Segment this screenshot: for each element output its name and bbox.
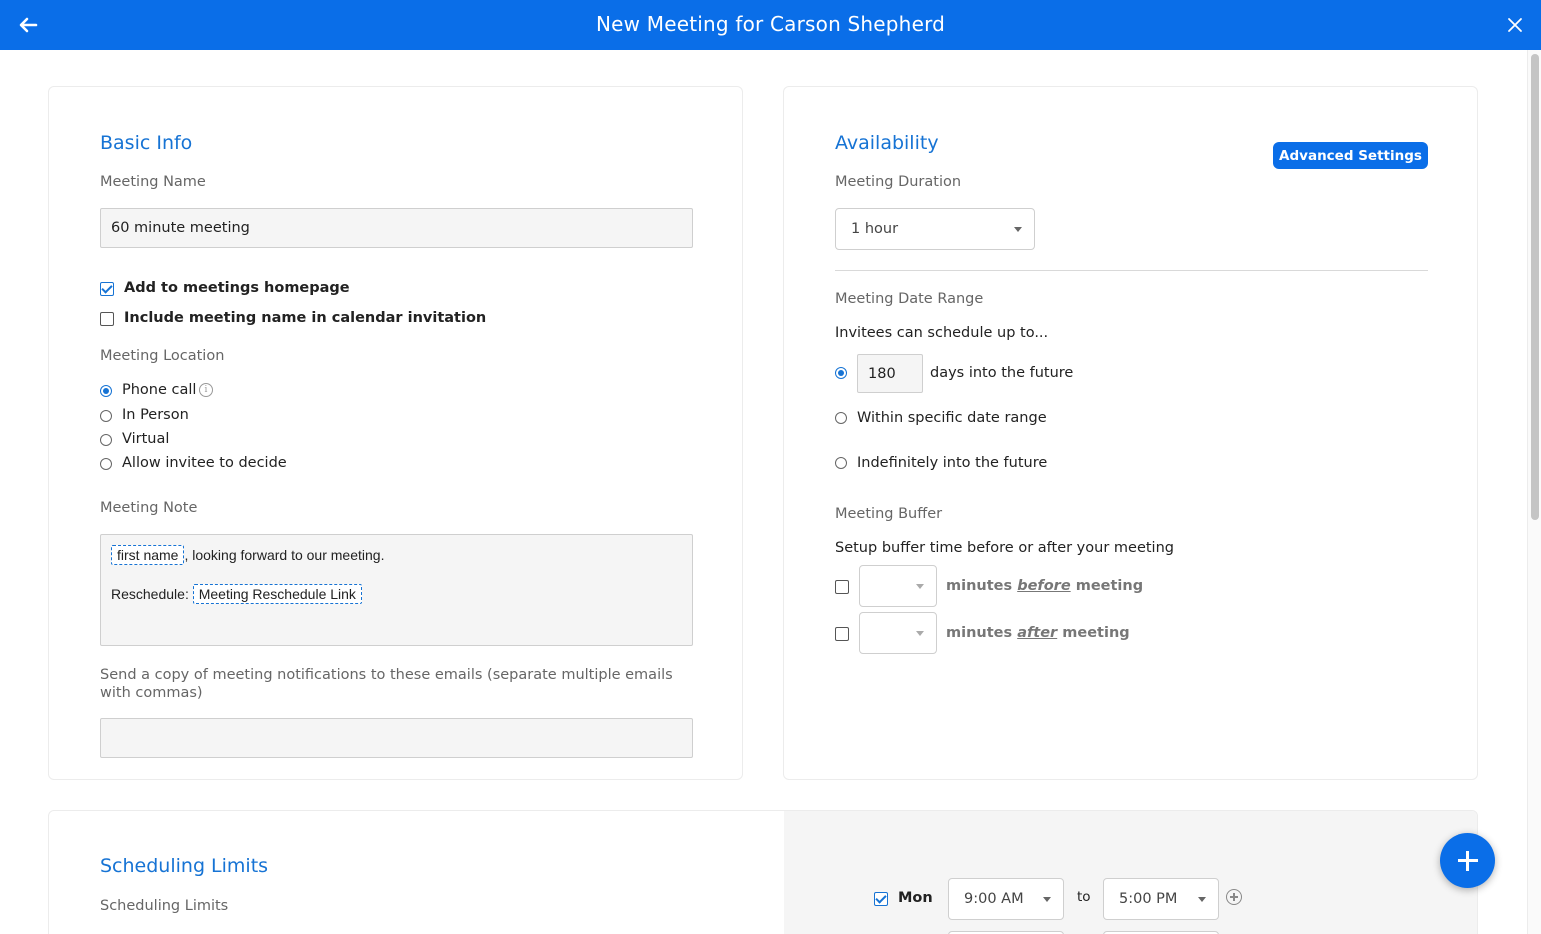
meeting-name-value: 60 minute meeting [111,220,250,236]
meeting-name-label: Meeting Name [100,174,206,190]
date-range-radio-specific[interactable] [835,412,847,424]
days-input[interactable]: 180 [857,354,923,393]
buffer-after-checkbox[interactable] [835,627,849,641]
buffer-after-select[interactable] [859,612,937,654]
location-radio-virtual[interactable] [100,434,112,446]
buffer-after-suffix: meeting [1062,625,1130,641]
scheduling-limits-title: Scheduling Limits [100,855,269,877]
location-radio-phone[interactable] [100,385,112,397]
meeting-duration-value: 1 hour [851,221,899,237]
buffer-after-label: minutes after meeting [946,625,1130,641]
buffer-before-checkbox[interactable] [835,580,849,594]
include-name-label: Include meeting name in calendar invitat… [124,310,487,326]
reschedule-prefix: Reschedule: [111,586,189,602]
add-to-homepage-checkbox[interactable] [100,282,114,296]
meeting-note-label: Meeting Note [100,500,198,516]
page-title: New Meeting for Carson Shepherd [595,12,946,36]
close-icon[interactable] [1507,17,1523,33]
meeting-location-label: Meeting Location [100,348,225,364]
days-value: 180 [868,365,896,382]
info-icon[interactable]: i [199,383,213,397]
start-time-value: 9:00 AM [964,891,1024,907]
chevron-down-icon [1198,897,1206,902]
date-range-radio-days[interactable] [835,367,847,379]
availability-card: Availability Advanced Settings Meeting D… [783,86,1478,780]
specific-range-label: Within specific date range [857,410,1047,426]
chevron-down-icon [1014,227,1022,232]
chevron-down-icon [1043,897,1051,902]
meeting-duration-label: Meeting Duration [835,174,962,190]
advanced-settings-button[interactable]: Advanced Settings [1273,142,1428,169]
buffer-before-emphasis: before [1017,578,1071,594]
note-line-1-text: , looking forward to our meeting. [184,547,385,563]
buffer-before-label: minutes before meeting [946,578,1143,594]
day-checkbox-mon[interactable] [874,892,888,906]
chevron-down-icon [916,584,924,589]
location-label-phone: Phone call [122,382,197,398]
scheduling-limits-card: Scheduling Limits Scheduling Limits Mon … [48,810,1478,934]
copy-emails-input[interactable] [100,718,693,758]
meeting-name-input[interactable]: 60 minute meeting [100,208,693,248]
scrollbar-thumb[interactable] [1531,54,1539,520]
day-label-mon: Mon [898,890,933,906]
basic-info-title: Basic Info [100,132,193,154]
add-to-homepage-label: Add to meetings homepage [124,280,350,296]
meeting-note-editor[interactable]: first name, looking forward to our meeti… [100,534,693,646]
end-time-value: 5:00 PM [1119,891,1178,907]
end-time-select-mon[interactable]: 5:00 PM [1103,878,1219,920]
location-label-in-person: In Person [122,407,189,423]
buffer-intro: Setup buffer time before or after your m… [835,540,1174,556]
location-label-invitee-decides: Allow invitee to decide [122,455,287,471]
chevron-down-icon [916,631,924,636]
buffer-before-suffix: meeting [1075,578,1144,594]
copy-emails-label: Send a copy of meeting notifications to … [100,667,673,701]
location-label-virtual: Virtual [122,431,170,447]
date-range-intro: Invitees can schedule up to... [835,325,1049,341]
meeting-duration-select[interactable]: 1 hour [835,208,1035,250]
meeting-buffer-label: Meeting Buffer [835,506,943,522]
reschedule-link-token[interactable]: Meeting Reschedule Link [192,584,362,604]
to-label: to [1077,889,1091,905]
buffer-after-emphasis: after [1017,625,1058,641]
buffer-before-prefix: minutes [946,578,1013,594]
header-bar: New Meeting for Carson Shepherd [0,0,1541,50]
buffer-after-prefix: minutes [946,625,1013,641]
start-time-select-mon[interactable]: 9:00 AM [948,878,1064,920]
note-line-1: first name, looking forward to our meeti… [111,545,384,565]
add-time-slot-icon[interactable] [1226,889,1242,905]
first-name-token[interactable]: first name [111,545,185,565]
scrollbar[interactable] [1527,50,1541,934]
note-line-2: Reschedule: Meeting Reschedule Link [111,584,362,604]
location-radio-in-person[interactable] [100,410,112,422]
include-name-checkbox[interactable] [100,312,114,326]
indefinite-label: Indefinitely into the future [857,455,1048,471]
basic-info-card: Basic Info Meeting Name 60 minute meetin… [48,86,743,780]
date-range-label: Meeting Date Range [835,291,984,307]
section-divider [835,270,1428,271]
add-fab-button[interactable] [1440,833,1495,888]
availability-title: Availability [835,132,939,154]
scheduling-limits-sublabel: Scheduling Limits [100,898,229,914]
date-range-radio-indefinite[interactable] [835,457,847,469]
buffer-before-select[interactable] [859,565,937,607]
days-into-future-label: days into the future [930,365,1074,381]
location-radio-invitee-decides[interactable] [100,458,112,470]
